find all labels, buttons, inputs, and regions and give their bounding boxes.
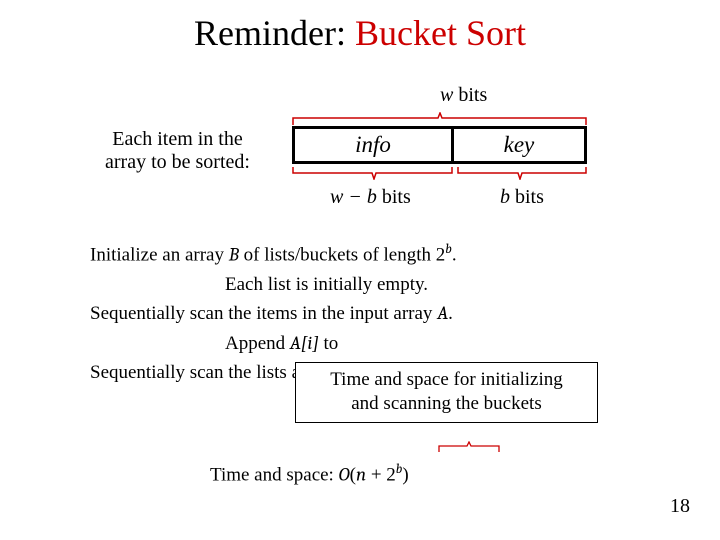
title-red: Bucket Sort (355, 13, 526, 53)
l4a: Append (225, 333, 290, 354)
l1a: Initialize an array (90, 244, 229, 265)
l1d-base: 2 (436, 244, 446, 265)
time-space-line: Time and space: O(n + 2b) (210, 462, 409, 486)
wmb-word: bits (377, 186, 411, 208)
body-line-1: Initialize an array B of lists/buckets o… (90, 240, 680, 270)
slide-number: 18 (670, 495, 690, 518)
ts-base: 2 (386, 464, 396, 485)
callout-box: Time and space for initializing and scan… (295, 362, 598, 423)
record-info: info (295, 129, 454, 161)
ts-n: n (356, 463, 366, 485)
ts-label: Time and space: (210, 464, 339, 485)
l3a: Sequentially scan the items in the input… (90, 303, 437, 324)
top-bracket (292, 112, 587, 126)
b-word: bits (510, 186, 544, 208)
l1b: B (229, 243, 239, 265)
l4c: to (319, 333, 339, 354)
ts-bracket (438, 441, 500, 453)
w-bits-label: w bits (440, 84, 487, 107)
w-bits-word: bits (453, 84, 487, 106)
callout-l1: Time and space for initializing (302, 368, 591, 392)
b-bits-label: b bits (500, 186, 544, 209)
wmb-expr: w − b (330, 186, 377, 208)
l4b: A[i] (290, 332, 319, 354)
l1c: of lists/buckets of length (239, 244, 436, 265)
l1e: . (452, 244, 457, 265)
ts-close: ) (402, 464, 408, 485)
body-line-3: Sequentially scan the items in the input… (90, 299, 680, 328)
record-key: key (454, 129, 584, 161)
b-var: b (500, 186, 510, 208)
body-line-2: Each list is initially empty. (90, 270, 680, 299)
each-item-l2: array to be sorted: (80, 151, 275, 174)
ts-plus: + (366, 464, 386, 485)
each-item-label: Each item in the array to be sorted: (80, 128, 275, 174)
record-box: info key (292, 126, 587, 164)
w-minus-b-label: w − b bits (330, 186, 411, 209)
l1d-exp: b (445, 242, 452, 257)
title-black: Reminder: (194, 13, 355, 53)
callout-l2: and scanning the buckets (302, 392, 591, 416)
bottom-brackets (292, 166, 587, 180)
w-var: w (440, 84, 453, 106)
body-line-4: Append A[i] to (90, 329, 680, 358)
slide-title: Reminder: Bucket Sort (0, 12, 720, 54)
ts-O: O (339, 463, 350, 485)
l3c: . (448, 303, 453, 324)
each-item-l1: Each item in the (80, 128, 275, 151)
l3b: A (437, 302, 448, 324)
